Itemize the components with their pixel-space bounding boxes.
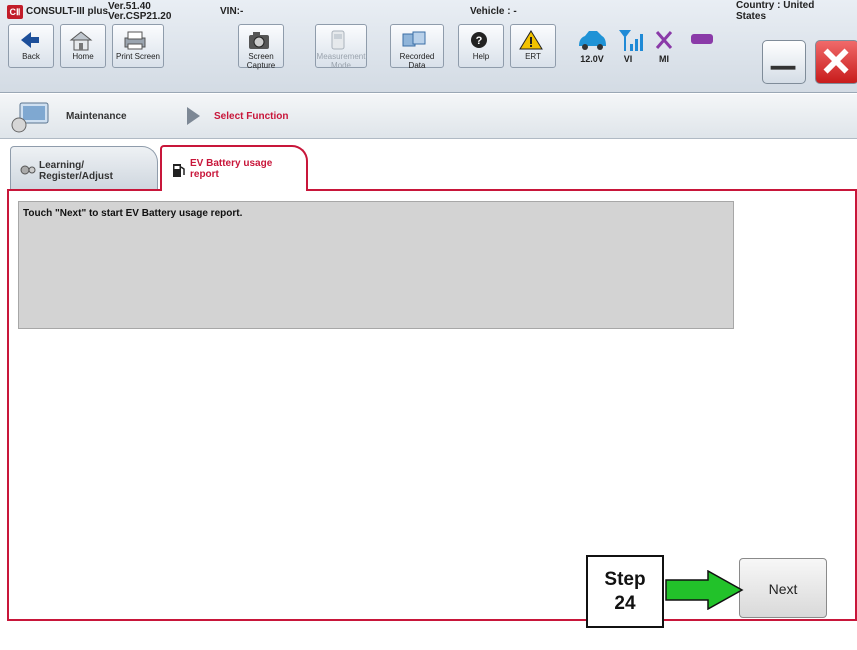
step-label: Step [604,569,646,590]
top-toolbar: CⅡ CONSULT-III plus Ver.51.40 Ver.CSP21.… [0,0,857,93]
warning-icon [519,30,543,50]
tab-learning-register-adjust[interactable]: Learning/ Register/Adjust [10,146,158,189]
printer-icon [124,31,146,50]
screen-capture-label: Screen Capture [246,52,276,70]
tab-ev-battery-usage-report[interactable]: EV Battery usage report [160,145,308,191]
svg-text:?: ? [476,35,483,47]
measurement-mode-button[interactable]: Measurement Mode [315,24,367,70]
help-icon: ? [471,32,487,48]
help-button[interactable]: ? Help [458,24,504,68]
home-button[interactable]: Home [60,24,106,68]
minimize-button[interactable] [762,40,806,84]
camera-icon [249,32,269,49]
recorded-data-icon [402,31,426,47]
step-callout: Step 24 [586,555,664,628]
vi-status: VI [611,26,645,70]
device-status [685,26,719,70]
home-label: Home [72,52,94,61]
vi-label: VI [623,54,633,64]
app-name: CONSULT-III plus [26,6,109,17]
close-icon [823,48,849,74]
measurement-icon [331,30,345,50]
message-box: Touch "Next" to start EV Battery usage r… [18,201,734,329]
car-icon [579,31,606,50]
signal-icon [619,30,643,51]
instruction-text: Touch "Next" to start EV Battery usage r… [23,208,243,219]
minimize-icon [770,65,796,70]
help-label: Help [472,52,490,61]
measurement-mode-label: Measurement Mode [316,52,366,70]
step-number: 24 [614,593,636,614]
ert-button[interactable]: ERT [510,24,556,68]
disconnected-icon [655,31,673,49]
breadcrumb: Maintenance Select Function [0,94,857,139]
country-label: Country : United States [736,0,815,22]
vehicle-label: Vehicle : - [470,6,517,17]
next-button[interactable]: Next [739,558,827,618]
breadcrumb-maintenance[interactable]: Maintenance [66,111,127,122]
tab-ev-label: EV Battery usage report [190,158,272,180]
tab-learning-line2: Register/Adjust [39,171,113,182]
device-icon [691,34,713,44]
screen-capture-button[interactable]: Screen Capture [238,24,284,70]
breadcrumb-select-function[interactable]: Select Function [214,111,288,122]
recorded-data-button[interactable]: Recorded Data [390,24,444,70]
mi-status: MI [647,26,681,70]
tab-learning-line1: Learning/ [39,160,85,171]
home-icon [69,31,93,51]
content-panel: Touch "Next" to start EV Battery usage r… [7,189,857,621]
mi-label: MI [659,54,669,64]
print-screen-label: Print Screen [115,52,161,61]
battery-voltage: 12.0V [580,54,604,64]
step-arrow-icon [665,570,744,610]
title-row: CⅡ CONSULT-III plus Ver.51.40 Ver.CSP21.… [0,0,857,22]
learning-icon [20,165,36,175]
print-screen-button[interactable]: Print Screen [112,24,164,68]
back-label: Back [22,52,40,61]
battery-status: 12.0V [575,26,609,70]
recorded-data-label: Recorded Data [399,52,435,70]
breadcrumb-arrow-icon [187,107,200,125]
tab-ev-line2: report [190,169,219,180]
back-arrow-icon [21,32,39,48]
tab-ev-line1: EV Battery usage [190,158,273,169]
version-label-2: Ver.CSP21.20 [108,11,172,22]
app-logo: CⅡ [7,5,23,19]
close-button[interactable] [815,40,857,84]
fuel-pump-icon [173,164,185,177]
back-button[interactable]: Back [8,24,54,68]
maintenance-icon [11,102,49,133]
vin-label: VIN:- [220,6,244,17]
ert-label: ERT [525,52,541,61]
tab-learning-label: Learning/ Register/Adjust [39,160,113,182]
